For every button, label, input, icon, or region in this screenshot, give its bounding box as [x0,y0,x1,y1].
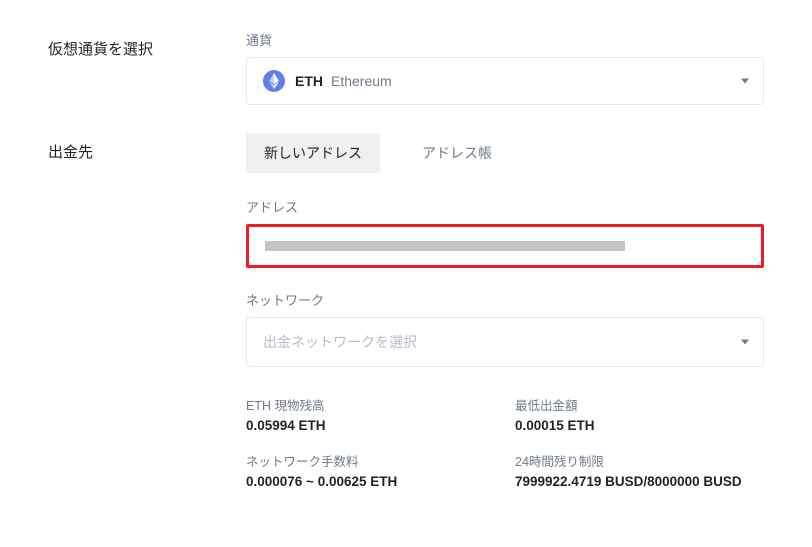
currency-symbol: ETH [295,73,323,89]
info-network-fee: ネットワーク手数料 0.000076 ~ 0.00625 ETH [246,451,495,489]
info-grid: ETH 現物残高 0.05994 ETH 最低出金額 0.00015 ETH ネ… [246,395,764,489]
info-limit-24h-value: 7999922.4719 BUSD/8000000 BUSD [515,474,764,489]
currency-field-label: 通貨 [246,30,764,49]
chevron-down-icon [741,340,749,345]
info-network-fee-label: ネットワーク手数料 [246,451,495,470]
select-currency-label: 仮想通貨を選択 [48,30,246,105]
network-field-label: ネットワーク [246,290,764,309]
withdraw-to-label: 出金先 [48,133,246,489]
select-currency-row: 仮想通貨を選択 通貨 ETH Ethereum [48,30,764,105]
info-spot-balance-value: 0.05994 ETH [246,418,495,433]
withdraw-to-row: 出金先 新しいアドレス アドレス帳 アドレス ネットワーク 出金ネットワークを選… [48,133,764,489]
info-min-withdraw-label: 最低出金額 [515,395,764,414]
info-spot-balance: ETH 現物残高 0.05994 ETH [246,395,495,433]
address-tabs: 新しいアドレス アドレス帳 [246,133,764,173]
info-min-withdraw: 最低出金額 0.00015 ETH [515,395,764,433]
info-spot-balance-label: ETH 現物残高 [246,395,495,414]
chevron-down-icon [741,79,749,84]
withdraw-content: 新しいアドレス アドレス帳 アドレス ネットワーク 出金ネットワークを選択 ET… [246,133,764,489]
tab-new-address[interactable]: 新しいアドレス [246,133,380,173]
currency-content: 通貨 ETH Ethereum [246,30,764,105]
info-limit-24h-label: 24時間残り制限 [515,451,764,470]
currency-name: Ethereum [331,73,392,89]
currency-select[interactable]: ETH Ethereum [246,57,764,105]
network-select[interactable]: 出金ネットワークを選択 [246,317,764,367]
info-min-withdraw-value: 0.00015 ETH [515,418,764,433]
network-placeholder: 出金ネットワークを選択 [263,334,417,350]
tab-address-book[interactable]: アドレス帳 [404,133,510,173]
info-network-fee-value: 0.000076 ~ 0.00625 ETH [246,474,495,489]
ethereum-icon [263,70,285,92]
address-input[interactable] [246,224,764,268]
address-placeholder-bar [265,241,625,251]
info-limit-24h: 24時間残り制限 7999922.4719 BUSD/8000000 BUSD [515,451,764,489]
address-field-label: アドレス [246,197,764,216]
